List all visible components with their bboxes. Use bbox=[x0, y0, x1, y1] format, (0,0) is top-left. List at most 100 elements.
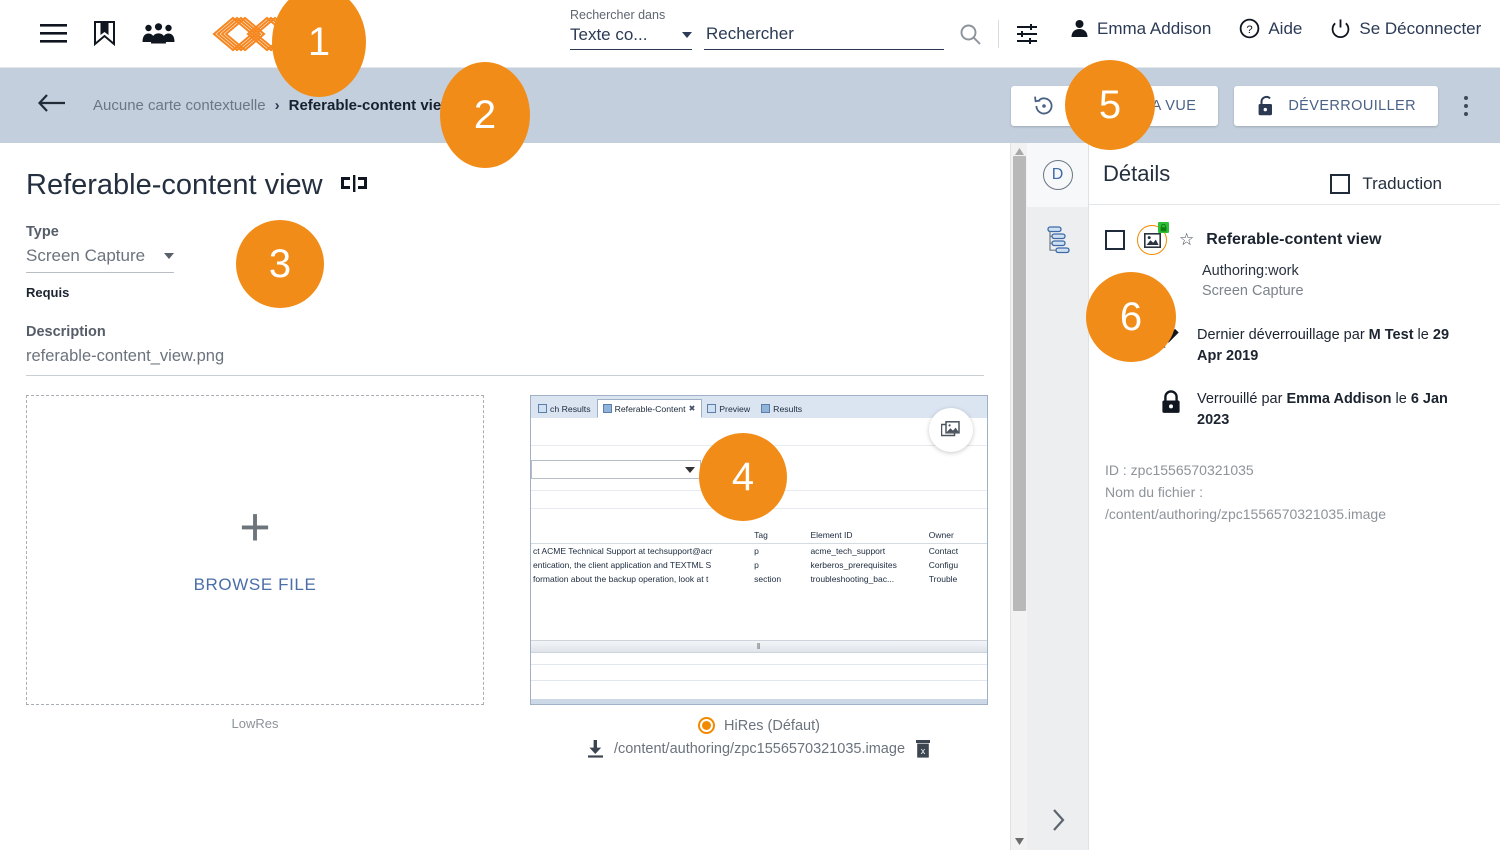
callout-badge-5: 5 bbox=[1065, 60, 1155, 150]
details-id-line: ID : zpc1556570321035 bbox=[1105, 462, 1254, 478]
expand-panel-button[interactable] bbox=[1027, 808, 1089, 832]
sidebar-item-structure[interactable] bbox=[1027, 207, 1088, 271]
chevron-right-icon bbox=[1052, 809, 1064, 831]
svg-text:?: ? bbox=[1247, 24, 1253, 36]
hires-radio[interactable] bbox=[698, 717, 716, 734]
unlock-icon bbox=[1258, 95, 1273, 115]
unlock-actor: M Test bbox=[1368, 327, 1414, 343]
hamburger-menu-icon[interactable] bbox=[40, 24, 67, 43]
sidebar-item-details[interactable]: D bbox=[1027, 143, 1088, 207]
header-account-area: Emma Addison ? Aide Se Déconnecter bbox=[1070, 18, 1481, 39]
main-vertical-scrollbar[interactable] bbox=[1010, 143, 1027, 850]
preview-tab-label: ch Results bbox=[550, 403, 591, 414]
translation-checkbox-row[interactable]: Traduction bbox=[1330, 174, 1442, 194]
power-icon bbox=[1332, 19, 1350, 38]
back-button[interactable] bbox=[37, 93, 67, 118]
callout-badge-3: 3 bbox=[236, 220, 324, 308]
type-value: Screen Capture bbox=[26, 246, 146, 265]
unlock-label: DÉVERROUILLER bbox=[1288, 98, 1416, 114]
image-gallery-icon[interactable] bbox=[929, 408, 973, 452]
unlock-button[interactable]: DÉVERROUILLER bbox=[1234, 86, 1438, 126]
plus-icon: + bbox=[239, 497, 271, 557]
details-event-text: Verrouillé par Emma Addison le 6 Jan 202… bbox=[1197, 389, 1469, 431]
attachment-zones: + BROWSE FILE LowRes ch Results Referabl… bbox=[26, 395, 988, 758]
details-heading: Détails bbox=[1103, 160, 1171, 186]
preview-footer-bar bbox=[531, 699, 987, 704]
header-search-tools bbox=[958, 20, 1039, 48]
col-element-id: Element ID bbox=[810, 530, 853, 540]
search-scope-value: Texte co... bbox=[570, 25, 648, 44]
search-scope-select[interactable]: Texte co... bbox=[570, 25, 692, 50]
preview-combo[interactable] bbox=[531, 460, 701, 479]
cell-owner: Contact bbox=[928, 546, 959, 556]
search-icon[interactable] bbox=[958, 22, 982, 46]
col-text bbox=[531, 530, 754, 540]
people-group-icon[interactable] bbox=[142, 22, 175, 45]
delete-icon[interactable]: x bbox=[915, 740, 931, 758]
description-value[interactable]: referable-content_view.png bbox=[26, 347, 1010, 366]
download-icon[interactable] bbox=[587, 740, 604, 758]
type-label: Type bbox=[26, 224, 59, 240]
hires-radio-row[interactable]: HiRes (Défaut) bbox=[530, 717, 988, 734]
chevron-down-icon bbox=[164, 253, 174, 259]
lowres-dropzone[interactable]: + BROWSE FILE bbox=[26, 395, 484, 705]
breadcrumb-parent[interactable]: Aucune carte contextuelle bbox=[93, 97, 266, 114]
table-row[interactable]: ct ACME Technical Support at techsupport… bbox=[531, 544, 987, 558]
preview-table: Tag Element ID Owner ct ACME Technical S… bbox=[531, 530, 987, 586]
details-item-row: ☆ Referable-content view bbox=[1105, 222, 1484, 255]
scroll-thumb[interactable] bbox=[1013, 156, 1026, 611]
header-divider bbox=[998, 20, 999, 48]
preview-table-header: Tag Element ID Owner bbox=[531, 530, 987, 544]
lock-actor: Emma Addison bbox=[1286, 391, 1392, 407]
breadcrumb: Aucune carte contextuelle › Referable-co… bbox=[93, 97, 453, 114]
type-field: Type Screen Capture Requis bbox=[0, 224, 1010, 300]
top-header-bar: Rechercher dans Texte co... Rechercher E… bbox=[0, 0, 1500, 68]
favorite-star-icon[interactable]: ☆ bbox=[1179, 230, 1194, 250]
translation-checkbox[interactable] bbox=[1330, 174, 1351, 194]
preview-tab-3[interactable]: Results bbox=[756, 399, 808, 418]
table-row[interactable]: entication, the client application and T… bbox=[531, 558, 987, 572]
callout-badge-2: 2 bbox=[440, 62, 530, 168]
kebab-menu-icon[interactable] bbox=[1454, 90, 1478, 122]
image-thumbnail-icon[interactable] bbox=[1137, 222, 1169, 255]
browse-file-button[interactable]: BROWSE FILE bbox=[194, 575, 317, 595]
details-doctype: Screen Capture bbox=[1202, 283, 1304, 299]
details-identifiers: ID : zpc1556570321035 Nom du fichier : /… bbox=[1105, 459, 1484, 525]
preview-tab-2[interactable]: Preview bbox=[702, 399, 756, 418]
logout-label: Se Déconnecter bbox=[1359, 18, 1482, 38]
preview-horizontal-scrollbar[interactable]: ‖ bbox=[531, 640, 987, 653]
scroll-down-arrow[interactable] bbox=[1011, 833, 1028, 850]
help-label: Aide bbox=[1268, 18, 1303, 38]
page-title: Referable-content view bbox=[26, 169, 323, 201]
search-input[interactable] bbox=[704, 23, 944, 45]
preview-tab-0[interactable]: ch Results bbox=[533, 399, 597, 418]
breadcrumb-current: Referable-content view bbox=[288, 97, 453, 114]
arrow-left-icon bbox=[37, 94, 65, 112]
user-account-button[interactable]: Emma Addison bbox=[1070, 19, 1211, 39]
cell-tag: p bbox=[754, 546, 759, 556]
details-item-checkbox[interactable] bbox=[1105, 230, 1125, 250]
logout-button[interactable]: Se Déconnecter bbox=[1330, 18, 1481, 39]
details-filename-line: Nom du fichier : /content/authoring/zpc1… bbox=[1105, 484, 1386, 522]
main-content-pane: Referable-content view Type Screen Captu… bbox=[0, 143, 1010, 850]
hires-file-path[interactable]: /content/authoring/zpc1556570321035.imag… bbox=[614, 741, 905, 757]
help-button[interactable]: ? Aide bbox=[1239, 18, 1302, 39]
required-label: Requis bbox=[26, 285, 70, 300]
translation-label: Traduction bbox=[1362, 174, 1442, 193]
bookmark-icon[interactable] bbox=[93, 21, 116, 46]
details-letter-icon: D bbox=[1042, 160, 1073, 190]
cell-tag: p bbox=[754, 560, 759, 570]
table-row[interactable]: formation about the backup operation, lo… bbox=[531, 572, 987, 586]
global-search: Rechercher dans Texte co... bbox=[570, 8, 944, 50]
close-icon[interactable]: ✖ bbox=[689, 404, 696, 413]
filter-sliders-icon[interactable] bbox=[1015, 22, 1039, 46]
resize-width-icon[interactable] bbox=[340, 174, 367, 197]
preview-tab-1[interactable]: Referable-Content ✖ bbox=[596, 399, 703, 418]
chevron-down-icon bbox=[682, 32, 692, 38]
hires-radio-label: HiRes (Défaut) bbox=[724, 717, 820, 734]
header-left-icons bbox=[0, 14, 297, 54]
restore-icon bbox=[1033, 96, 1053, 115]
type-select[interactable]: Screen Capture bbox=[26, 246, 174, 273]
preview-tab-label: Preview bbox=[719, 403, 751, 414]
preview-tab-label: Referable-Content bbox=[614, 403, 686, 414]
